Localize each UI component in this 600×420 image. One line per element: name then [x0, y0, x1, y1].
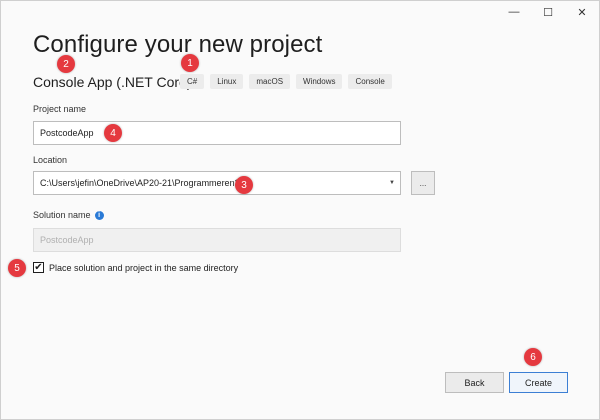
annotation-badge-1: 1	[181, 54, 199, 72]
window-controls: — ☐ ✕	[497, 1, 599, 23]
tag-console: Console	[348, 74, 392, 89]
template-tags: C# Linux macOS Windows Console	[180, 74, 392, 89]
close-button[interactable]: ✕	[565, 1, 599, 23]
template-name: Console App (.NET Core)	[33, 74, 192, 90]
annotation-badge-2: 2	[57, 55, 75, 73]
annotation-badge-6: 6	[524, 348, 542, 366]
location-label: Location	[33, 155, 68, 165]
chevron-down-icon[interactable]: ▼	[389, 180, 395, 186]
page-title: Configure your new project	[33, 31, 323, 58]
solution-name-input: PostcodeApp	[33, 228, 401, 252]
tag-csharp: C#	[180, 74, 205, 89]
same-directory-checkbox[interactable]: ✔	[33, 262, 44, 273]
browse-button[interactable]: ...	[411, 171, 435, 195]
minimize-button[interactable]: —	[497, 1, 531, 23]
location-combobox[interactable]: C:\Users\jefin\OneDrive\AP20-21\Programm…	[33, 171, 401, 195]
annotation-badge-5: 5	[8, 259, 26, 277]
location-value: C:\Users\jefin\OneDrive\AP20-21\Programm…	[40, 178, 240, 188]
same-directory-label: Place solution and project in the same d…	[49, 262, 239, 273]
configure-project-window: — ☐ ✕ Configure your new project Console…	[0, 0, 600, 420]
same-directory-option[interactable]: ✔ Place solution and project in the same…	[33, 262, 238, 273]
maximize-button[interactable]: ☐	[531, 1, 565, 23]
project-name-input[interactable]: PostcodeApp	[33, 121, 401, 145]
annotation-badge-4: 4	[104, 124, 122, 142]
solution-name-label: Solution name	[33, 210, 91, 220]
project-name-label: Project name	[33, 104, 87, 114]
back-button[interactable]: Back	[445, 372, 504, 393]
annotation-badge-3: 3	[235, 176, 253, 194]
tag-macos: macOS	[249, 74, 291, 89]
solution-name-label-row: Solution name i	[33, 210, 104, 221]
tag-linux: Linux	[210, 74, 244, 89]
tag-windows: Windows	[296, 74, 343, 89]
create-button[interactable]: Create	[509, 372, 568, 393]
info-icon[interactable]: i	[94, 211, 104, 221]
